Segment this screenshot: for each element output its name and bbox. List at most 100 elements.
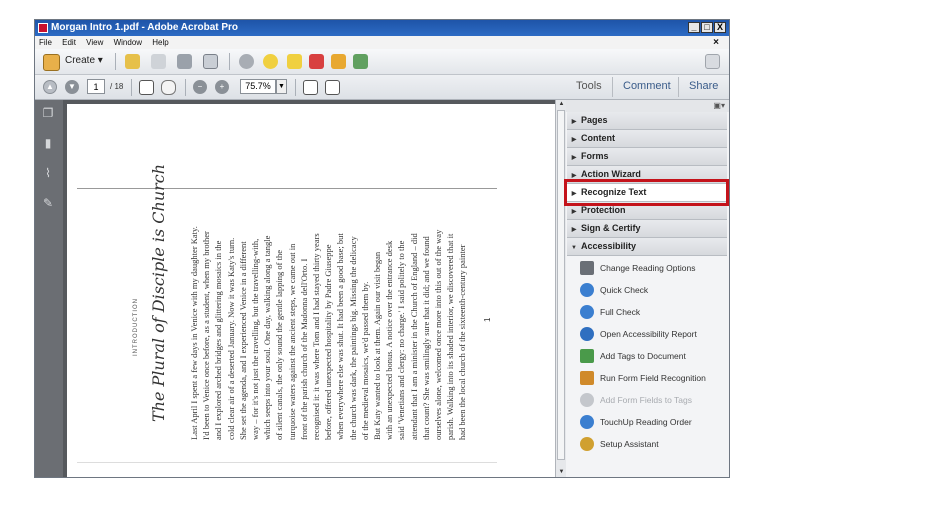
signature-icon[interactable]: ✎ — [41, 196, 55, 210]
full-screen-icon[interactable] — [325, 80, 340, 95]
tab-share[interactable]: Share — [689, 80, 718, 92]
open-icon[interactable] — [125, 54, 140, 69]
accessibility-action-full-check[interactable]: Full Check — [580, 302, 725, 322]
tools-panel: ▣▾ ▶ Pages ▶ Content ▶ Forms ▶ Action Wizard ▶ Re… — [566, 100, 729, 477]
document-text-line: the church was dark, the paintings big. … — [347, 236, 358, 440]
panel-section-accessibility[interactable]: ▼ Accessibility — [567, 238, 727, 256]
accessibility-action-open-accessibility-report[interactable]: Open Accessibility Report — [580, 324, 725, 344]
hand-tool-icon[interactable] — [161, 80, 176, 95]
maximize-button[interactable]: □ — [701, 22, 713, 33]
tag-icon — [580, 349, 594, 363]
accessibility-action-quick-check[interactable]: Quick Check — [580, 280, 725, 300]
form-recognition-icon — [580, 371, 594, 385]
fit-page-icon[interactable] — [303, 80, 318, 95]
close-button[interactable]: X — [714, 22, 726, 33]
bookmark-icon[interactable]: ▮ — [41, 136, 55, 150]
expand-icon[interactable] — [705, 54, 720, 69]
document-text-line: cold clear air of a deserted January. No… — [225, 237, 236, 440]
document-text-line: turquoise waters against the ancient ste… — [286, 243, 297, 440]
previous-page-icon[interactable]: ▲ — [43, 80, 57, 94]
highlight-icon[interactable] — [287, 54, 302, 69]
window-title: Morgan Intro 1.pdf - Adobe Acrobat Pro — [51, 22, 239, 33]
panel-section-forms[interactable]: ▶ Forms — [567, 148, 727, 166]
zoom-out-icon[interactable]: − — [193, 80, 207, 94]
document-text-line: with an unexpected bonus. A notice over … — [384, 240, 395, 440]
panel-options-icon[interactable]: ▣▾ — [713, 101, 725, 110]
collapsed-triangle-icon: ▶ — [571, 155, 577, 161]
sign-icon[interactable] — [331, 54, 346, 69]
zoom-dropdown-icon[interactable]: ▼ — [276, 79, 287, 94]
pdf-page: INTRODUCTION The Plural of Disciple is C… — [67, 104, 555, 477]
accessibility-action-setup-assistant[interactable]: Setup Assistant — [580, 434, 725, 454]
document-text-line: of silent canals, the only sound the gen… — [274, 249, 285, 440]
touchup-icon — [580, 415, 594, 429]
accessibility-action-run-form-field-recognition[interactable]: Run Form Field Recognition — [580, 368, 725, 388]
wand-icon — [580, 437, 594, 451]
page-thumbnails-icon[interactable]: ❐ — [41, 106, 55, 120]
zoom-in-icon[interactable]: + — [215, 80, 229, 94]
stamp-icon[interactable] — [309, 54, 324, 69]
next-page-icon[interactable]: ▼ — [65, 80, 79, 94]
menu-view[interactable]: View — [86, 38, 103, 47]
create-label: Create — [65, 55, 96, 66]
minimize-button[interactable]: _ — [688, 22, 700, 33]
document-text-line: had been the local church of the sixteen… — [457, 244, 468, 440]
check-circle-icon — [580, 283, 594, 297]
report-icon — [580, 327, 594, 341]
document-text-line: ourselves alone, welcomed once more into… — [433, 229, 443, 440]
document-text-line: which seeps into your soul. One day, wal… — [262, 235, 273, 440]
create-button[interactable]: Create ▾ — [65, 55, 103, 66]
action-label: Setup Assistant — [600, 439, 659, 449]
comment-bubble-icon[interactable] — [263, 54, 278, 69]
title-bar[interactable]: Morgan Intro 1.pdf - Adobe Acrobat Pro _… — [35, 20, 729, 36]
expanded-triangle-icon: ▼ — [571, 245, 577, 251]
close-document-button[interactable]: × — [713, 36, 719, 49]
tab-comment[interactable]: Comment — [623, 80, 671, 92]
panel-section-content[interactable]: ▶ Content — [567, 130, 727, 148]
document-text-line: Last April I spent a few days in Venice … — [189, 226, 199, 440]
document-view[interactable]: INTRODUCTION The Plural of Disciple is C… — [63, 100, 555, 477]
create-icon[interactable] — [43, 54, 60, 71]
action-label: Change Reading Options — [600, 263, 696, 273]
zoom-level-input[interactable]: 75.7% — [240, 79, 276, 94]
accessibility-action-add-tags-to-document[interactable]: Add Tags to Document — [580, 346, 725, 366]
page-edge-line — [77, 188, 497, 189]
full-check-icon — [580, 305, 594, 319]
section-label: Pages — [581, 115, 608, 125]
gear-icon[interactable] — [239, 54, 254, 69]
collapsed-triangle-icon: ▶ — [571, 227, 577, 233]
section-label: Forms — [581, 151, 609, 161]
save-icon[interactable] — [151, 54, 166, 69]
document-text-line: when everywhere else was shut. It had be… — [335, 233, 346, 440]
panel-section-pages[interactable]: ▶ Pages — [567, 112, 727, 130]
select-tool-icon[interactable] — [139, 80, 154, 95]
navigation-toolbar: ▲ ▼ 1 / 18 − + 75.7% ▼ Tools Comment Sha… — [35, 75, 729, 100]
menu-help[interactable]: Help — [152, 38, 168, 47]
menu-edit[interactable]: Edit — [62, 38, 76, 47]
email-icon[interactable] — [203, 54, 218, 69]
document-text-line: of the medieval mosaics, we'd passed the… — [359, 281, 370, 440]
attachment-icon[interactable]: ⌇ — [41, 166, 55, 180]
section-label: Protection — [581, 205, 626, 215]
menu-file[interactable]: File — [39, 38, 52, 47]
section-label: Accessibility — [581, 241, 637, 251]
accessibility-action-add-form-fields-to-tags: Add Form Fields to Tags — [580, 390, 725, 410]
page-count: / 18 — [110, 82, 124, 91]
panel-header: ▣▾ — [566, 100, 729, 112]
chapter-label: INTRODUCTION — [133, 298, 139, 356]
accessibility-action-change-reading-options[interactable]: Change Reading Options — [580, 258, 725, 278]
page-number-input[interactable]: 1 — [87, 79, 105, 94]
scrollbar-thumb[interactable] — [557, 110, 565, 460]
action-label: Add Form Fields to Tags — [600, 395, 692, 405]
section-label: Content — [581, 133, 615, 143]
print-icon[interactable] — [177, 54, 192, 69]
document-text-line: I'd been to Venice once before, as a stu… — [201, 231, 212, 440]
document-text-line: and I explored arched bridges and glitte… — [213, 240, 224, 440]
accessibility-action-touchup-reading-order[interactable]: TouchUp Reading Order — [580, 412, 725, 432]
tab-tools[interactable]: Tools — [576, 80, 602, 92]
panel-section-sign-certify[interactable]: ▶ Sign & Certify — [567, 220, 727, 238]
export-icon[interactable] — [353, 54, 368, 69]
menu-window[interactable]: Window — [114, 38, 142, 47]
book-icon — [580, 261, 594, 275]
document-text-line: way – for it's not just the travelling, … — [250, 238, 260, 440]
